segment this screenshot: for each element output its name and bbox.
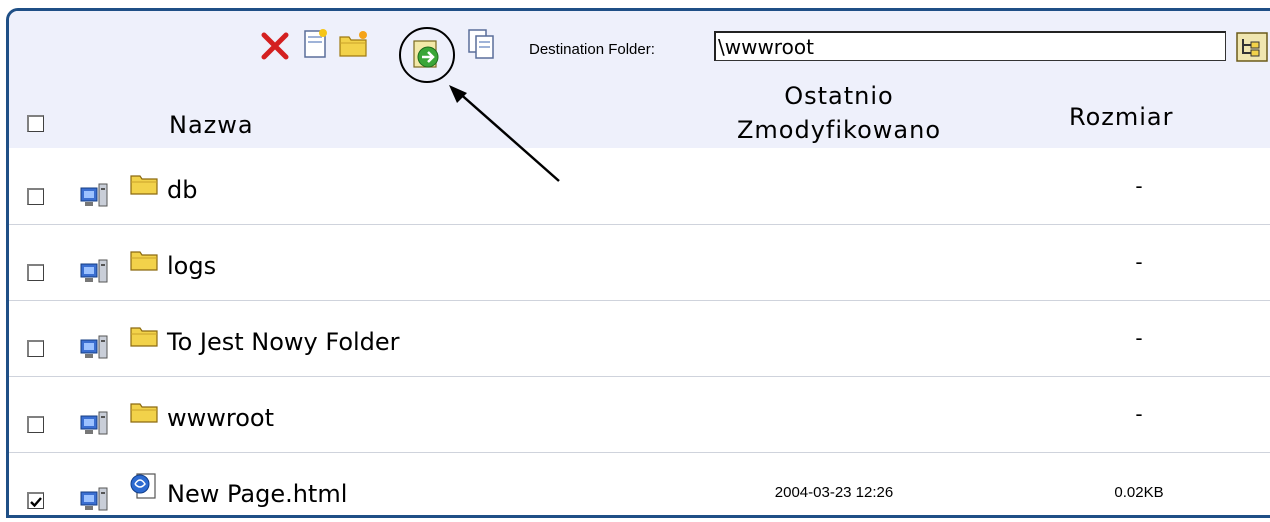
properties-icon[interactable] <box>79 484 109 515</box>
folder-icon <box>129 170 159 200</box>
column-header-modified-line2: Zmodyfikowano <box>736 116 941 144</box>
row-checkbox[interactable] <box>27 340 44 357</box>
column-header-modified-line1: Ostatnio <box>784 82 894 110</box>
row-checkbox[interactable] <box>27 416 44 433</box>
new-folder-icon[interactable] <box>337 27 369 61</box>
row-size: - <box>1135 174 1143 198</box>
row-size: - <box>1135 402 1143 426</box>
new-file-icon[interactable] <box>299 27 331 61</box>
select-all-checkbox[interactable] <box>27 115 44 132</box>
table-row[interactable]: To Jest Nowy Folder - <box>9 300 1270 377</box>
row-checkbox[interactable] <box>27 188 44 205</box>
column-header-name[interactable]: Nazwa <box>169 111 254 139</box>
column-header-size[interactable]: Rozmiar <box>1069 103 1174 131</box>
move-icon[interactable] <box>397 25 461 89</box>
file-manager-panel: Destination Folder: Nazwa Ostatnio Zmody… <box>6 8 1270 518</box>
row-name-link[interactable]: New Page.html <box>167 480 347 508</box>
row-size: 0.02KB <box>1114 484 1164 501</box>
properties-icon[interactable] <box>79 256 109 290</box>
destination-folder-input[interactable] <box>714 31 1226 61</box>
row-name-link[interactable]: logs <box>167 252 216 280</box>
row-checkbox[interactable] <box>27 264 44 281</box>
copy-icon[interactable] <box>465 27 497 61</box>
table-row[interactable]: db - <box>9 148 1270 225</box>
table-row[interactable]: wwwroot - <box>9 376 1270 453</box>
table-row[interactable]: logs - <box>9 224 1270 301</box>
toolbar: Destination Folder: <box>9 11 1270 83</box>
delete-icon[interactable] <box>259 27 291 61</box>
destination-folder-label: Destination Folder: <box>529 41 655 58</box>
html-file-icon <box>129 472 159 506</box>
row-name-link[interactable]: db <box>167 176 197 204</box>
folder-icon <box>129 246 159 276</box>
column-header-modified[interactable]: Ostatnio Zmodyfikowano <box>709 79 969 147</box>
row-size: - <box>1135 326 1143 350</box>
row-size: - <box>1135 250 1143 274</box>
list-header: Destination Folder: Nazwa Ostatnio Zmody… <box>9 11 1270 182</box>
properties-icon[interactable] <box>79 180 109 214</box>
table-row[interactable]: New Page.html 2004-03-23 12:26 0.02KB <box>9 452 1270 515</box>
row-name-link[interactable]: To Jest Nowy Folder <box>167 328 400 356</box>
folder-tree-icon[interactable] <box>1235 31 1269 63</box>
folder-icon <box>129 322 159 352</box>
folder-icon <box>129 398 159 428</box>
row-modified: 2004-03-23 12:26 <box>774 484 894 501</box>
checkmark-icon <box>30 497 42 508</box>
properties-icon[interactable] <box>79 332 109 366</box>
row-checkbox[interactable] <box>27 492 44 509</box>
properties-icon[interactable] <box>79 408 109 442</box>
row-name-link[interactable]: wwwroot <box>167 404 274 432</box>
